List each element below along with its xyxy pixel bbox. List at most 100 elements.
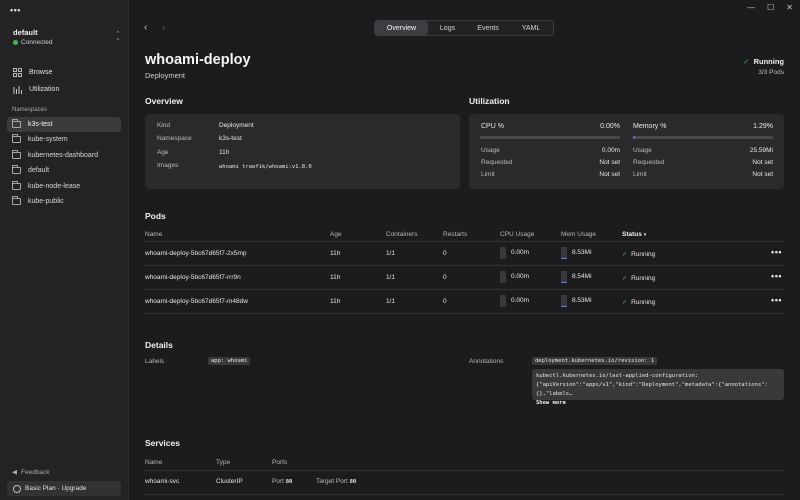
cpu-percent: 0.00%: [600, 123, 620, 130]
more-options-icon[interactable]: •••: [771, 271, 782, 281]
folder-icon: [12, 165, 21, 174]
column-header-age[interactable]: Age: [330, 231, 342, 238]
port-key: Port: [272, 478, 284, 485]
target-port-value: 80: [349, 479, 357, 485]
memory-percent: 1.29%: [753, 123, 773, 130]
grid-icon: [12, 68, 22, 78]
annotation-chip: deployment.kubernetes.io/revision: 1: [532, 357, 658, 365]
pods-heading: Pods: [145, 211, 166, 221]
app-menu-icon[interactable]: •••: [10, 5, 21, 15]
service-target-port: Target Port 80: [316, 478, 356, 485]
sidebar-item-kubernetes-dashboard[interactable]: kubernetes-dashboard: [7, 148, 121, 163]
mem-mini-bar-fill: [561, 282, 567, 283]
close-icon[interactable]: ✕: [786, 3, 793, 12]
overview-key: Namespace: [157, 135, 192, 142]
pod-restarts: 0: [443, 274, 447, 281]
memory-bar-fill: [633, 136, 635, 139]
pod-age: 11h: [330, 274, 341, 281]
pod-name: whoami-deploy-5bc67d65f7-rrr9n: [145, 274, 241, 281]
service-type: ClusterIP: [216, 478, 243, 485]
column-header-status[interactable]: Status ▾: [622, 231, 646, 238]
pod-containers: 1/1: [386, 274, 396, 281]
pod-status: ✓ Running: [622, 298, 655, 306]
divider: [145, 494, 784, 495]
divider: [145, 470, 784, 471]
column-header-cpu[interactable]: CPU Usage: [500, 231, 534, 238]
tab-yaml[interactable]: YAML: [509, 21, 553, 35]
pod-age: 11h: [330, 298, 341, 305]
details-heading: Details: [145, 340, 173, 350]
memory-limit-value: Not set: [752, 171, 773, 178]
sidebar-item-kube-system[interactable]: kube-system: [7, 132, 121, 147]
folder-icon: [12, 150, 21, 159]
tab-overview[interactable]: Overview: [375, 21, 428, 35]
connected-dot-icon: [13, 40, 18, 45]
sidebar-item-kube-public[interactable]: kube-public: [7, 194, 121, 209]
folder-icon: [12, 196, 21, 205]
memory-usage-value: 25.59Mi: [749, 147, 773, 154]
check-icon: ✓: [622, 251, 628, 258]
annotation-box: kubectl.kubernetes.io/last-applied-confi…: [532, 369, 784, 406]
plan-label: Basic Plan · Upgrade: [25, 485, 87, 492]
sidebar-item-utilization[interactable]: Utilization: [8, 82, 122, 97]
tab-events[interactable]: Events: [467, 21, 509, 35]
upgrade-plan-button[interactable]: Basic Plan · Upgrade: [7, 481, 121, 496]
column-header-name[interactable]: Name: [145, 459, 162, 466]
resource-kind: Deployment: [145, 71, 186, 80]
sidebar-item-label: Browse: [29, 69, 53, 76]
cpu-limit-key: Limit: [481, 171, 495, 178]
utilization-card: CPU % 0.00% Usage 0.00m Requested Not se…: [469, 114, 784, 189]
more-options-icon[interactable]: •••: [771, 295, 782, 305]
pod-name: whoami-deploy-5bc67d65f7-m48dw: [145, 298, 248, 305]
cpu-mini-bar: [500, 271, 506, 283]
minimize-icon[interactable]: —: [747, 3, 755, 12]
megaphone-icon: ◀: [12, 469, 17, 476]
column-header-containers[interactable]: Containers: [386, 231, 417, 238]
cluster-switch-icon[interactable]: ⌃ ⌄: [115, 31, 121, 42]
column-header-restarts[interactable]: Restarts: [443, 231, 467, 238]
app-window: — ☐ ✕ ••• default Connected ⌃ ⌄ Browse Ut…: [0, 0, 800, 500]
memory-requested-key: Requested: [633, 159, 665, 166]
mem-mini-bar-fill: [561, 258, 567, 259]
forward-arrow-icon[interactable]: ›: [162, 22, 165, 33]
sidebar-item-label: Utilization: [29, 86, 60, 93]
sidebar-item-kube-node-lease[interactable]: kube-node-lease: [7, 179, 121, 194]
overview-value: Deployment: [219, 122, 254, 129]
service-port: Port 80: [272, 478, 292, 485]
namespace-label: kube-public: [28, 198, 64, 205]
pod-status-label: Running: [631, 299, 656, 306]
cpu-requested-key: Requested: [481, 159, 513, 166]
column-header-name[interactable]: Name: [145, 231, 162, 238]
divider: [145, 313, 784, 314]
port-value: 80: [285, 479, 293, 485]
sidebar-item-k3s-test[interactable]: k3s-test: [7, 117, 121, 132]
cpu-requested-value: Not set: [599, 159, 620, 166]
more-options-icon[interactable]: •••: [771, 247, 782, 257]
status-badge: ✓ Running: [743, 57, 784, 66]
pod-status: ✓ Running: [622, 250, 655, 258]
cpu-bar: [480, 136, 620, 139]
back-arrow-icon[interactable]: ‹: [144, 22, 147, 33]
column-header-type[interactable]: Type: [216, 459, 230, 466]
feedback-link[interactable]: ◀ Feedback: [12, 468, 50, 477]
column-header-mem[interactable]: Mem Usage: [561, 231, 596, 238]
pod-mem: 8.53Mi: [572, 249, 592, 256]
sidebar-item-browse[interactable]: Browse: [8, 65, 122, 80]
maximize-icon[interactable]: ☐: [767, 3, 774, 12]
status-header-label: Status: [622, 231, 642, 238]
tab-logs[interactable]: Logs: [428, 21, 467, 35]
annotations-key: Annotations: [469, 358, 504, 365]
overview-value: 11h: [219, 149, 230, 156]
pod-mem: 8.53Mi: [572, 297, 592, 304]
pod-cpu: 0.00m: [511, 297, 530, 304]
show-more-link[interactable]: Show more: [536, 399, 780, 408]
overview-key: Kind: [157, 122, 171, 129]
column-header-ports[interactable]: Ports: [272, 459, 287, 466]
images-value: whoami traefik/whoami:v1.8.0: [219, 164, 312, 170]
status-label: Running: [753, 57, 784, 66]
memory-bar: [633, 136, 773, 139]
mem-mini-bar: [561, 295, 567, 307]
sidebar-item-default[interactable]: default: [7, 163, 121, 178]
cluster-status-label: Connected: [21, 39, 53, 46]
cluster-status: Connected: [13, 39, 52, 46]
